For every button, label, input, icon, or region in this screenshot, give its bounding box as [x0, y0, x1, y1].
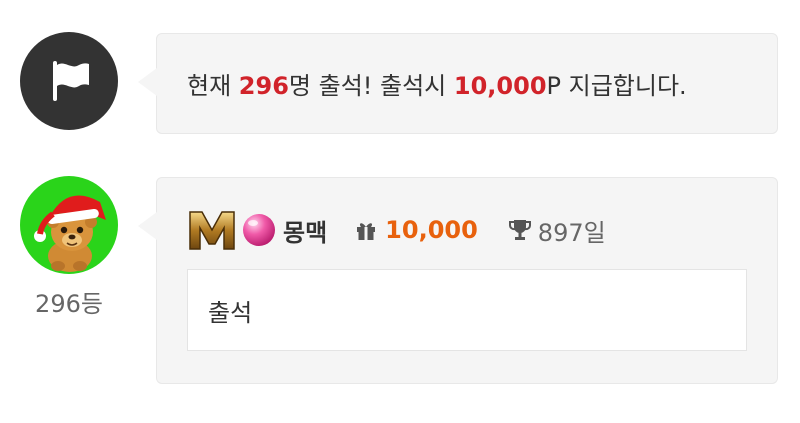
pink-orb-icon — [243, 214, 275, 246]
attendance-entry: 몽맥 10,000 897일 출석 — [138, 177, 778, 384]
attendance-rank: 296등 — [35, 290, 103, 318]
entry-avatar-column: 296등 — [20, 176, 118, 319]
user-nickname[interactable]: 몽맥 — [283, 213, 327, 248]
entry-meta: 몽맥 10,000 897일 — [187, 208, 747, 252]
notice-suffix: P 지급합니다. — [546, 72, 687, 100]
user-avatar[interactable] — [20, 176, 118, 274]
reward-points: 10,000 — [453, 72, 547, 100]
lion-cub-santa-hat-icon — [34, 195, 106, 272]
notice-prefix: 현재 — [187, 72, 239, 100]
flag-avatar — [20, 32, 118, 130]
trophy-icon — [508, 220, 531, 240]
flag-icon — [53, 61, 89, 101]
notice-avatar-column — [20, 32, 118, 130]
notice-middle: 명 출석! 출석시 — [288, 72, 454, 100]
attendance-days: 897일 — [537, 218, 606, 247]
gift-icon — [357, 223, 376, 240]
comment-text: 출석 — [208, 298, 253, 327]
attendance-notice: 현재 296명 출석! 출석시 10,000P 지급합니다. — [138, 33, 778, 134]
attendance-count: 296 — [238, 72, 289, 100]
notice-text: 현재 296명 출석! 출석시 10,000P 지급합니다. — [187, 66, 687, 101]
comment-box: 출석 — [187, 269, 747, 351]
level-badge-m-icon — [189, 211, 235, 250]
gift-points: 10,000 — [385, 216, 478, 244]
